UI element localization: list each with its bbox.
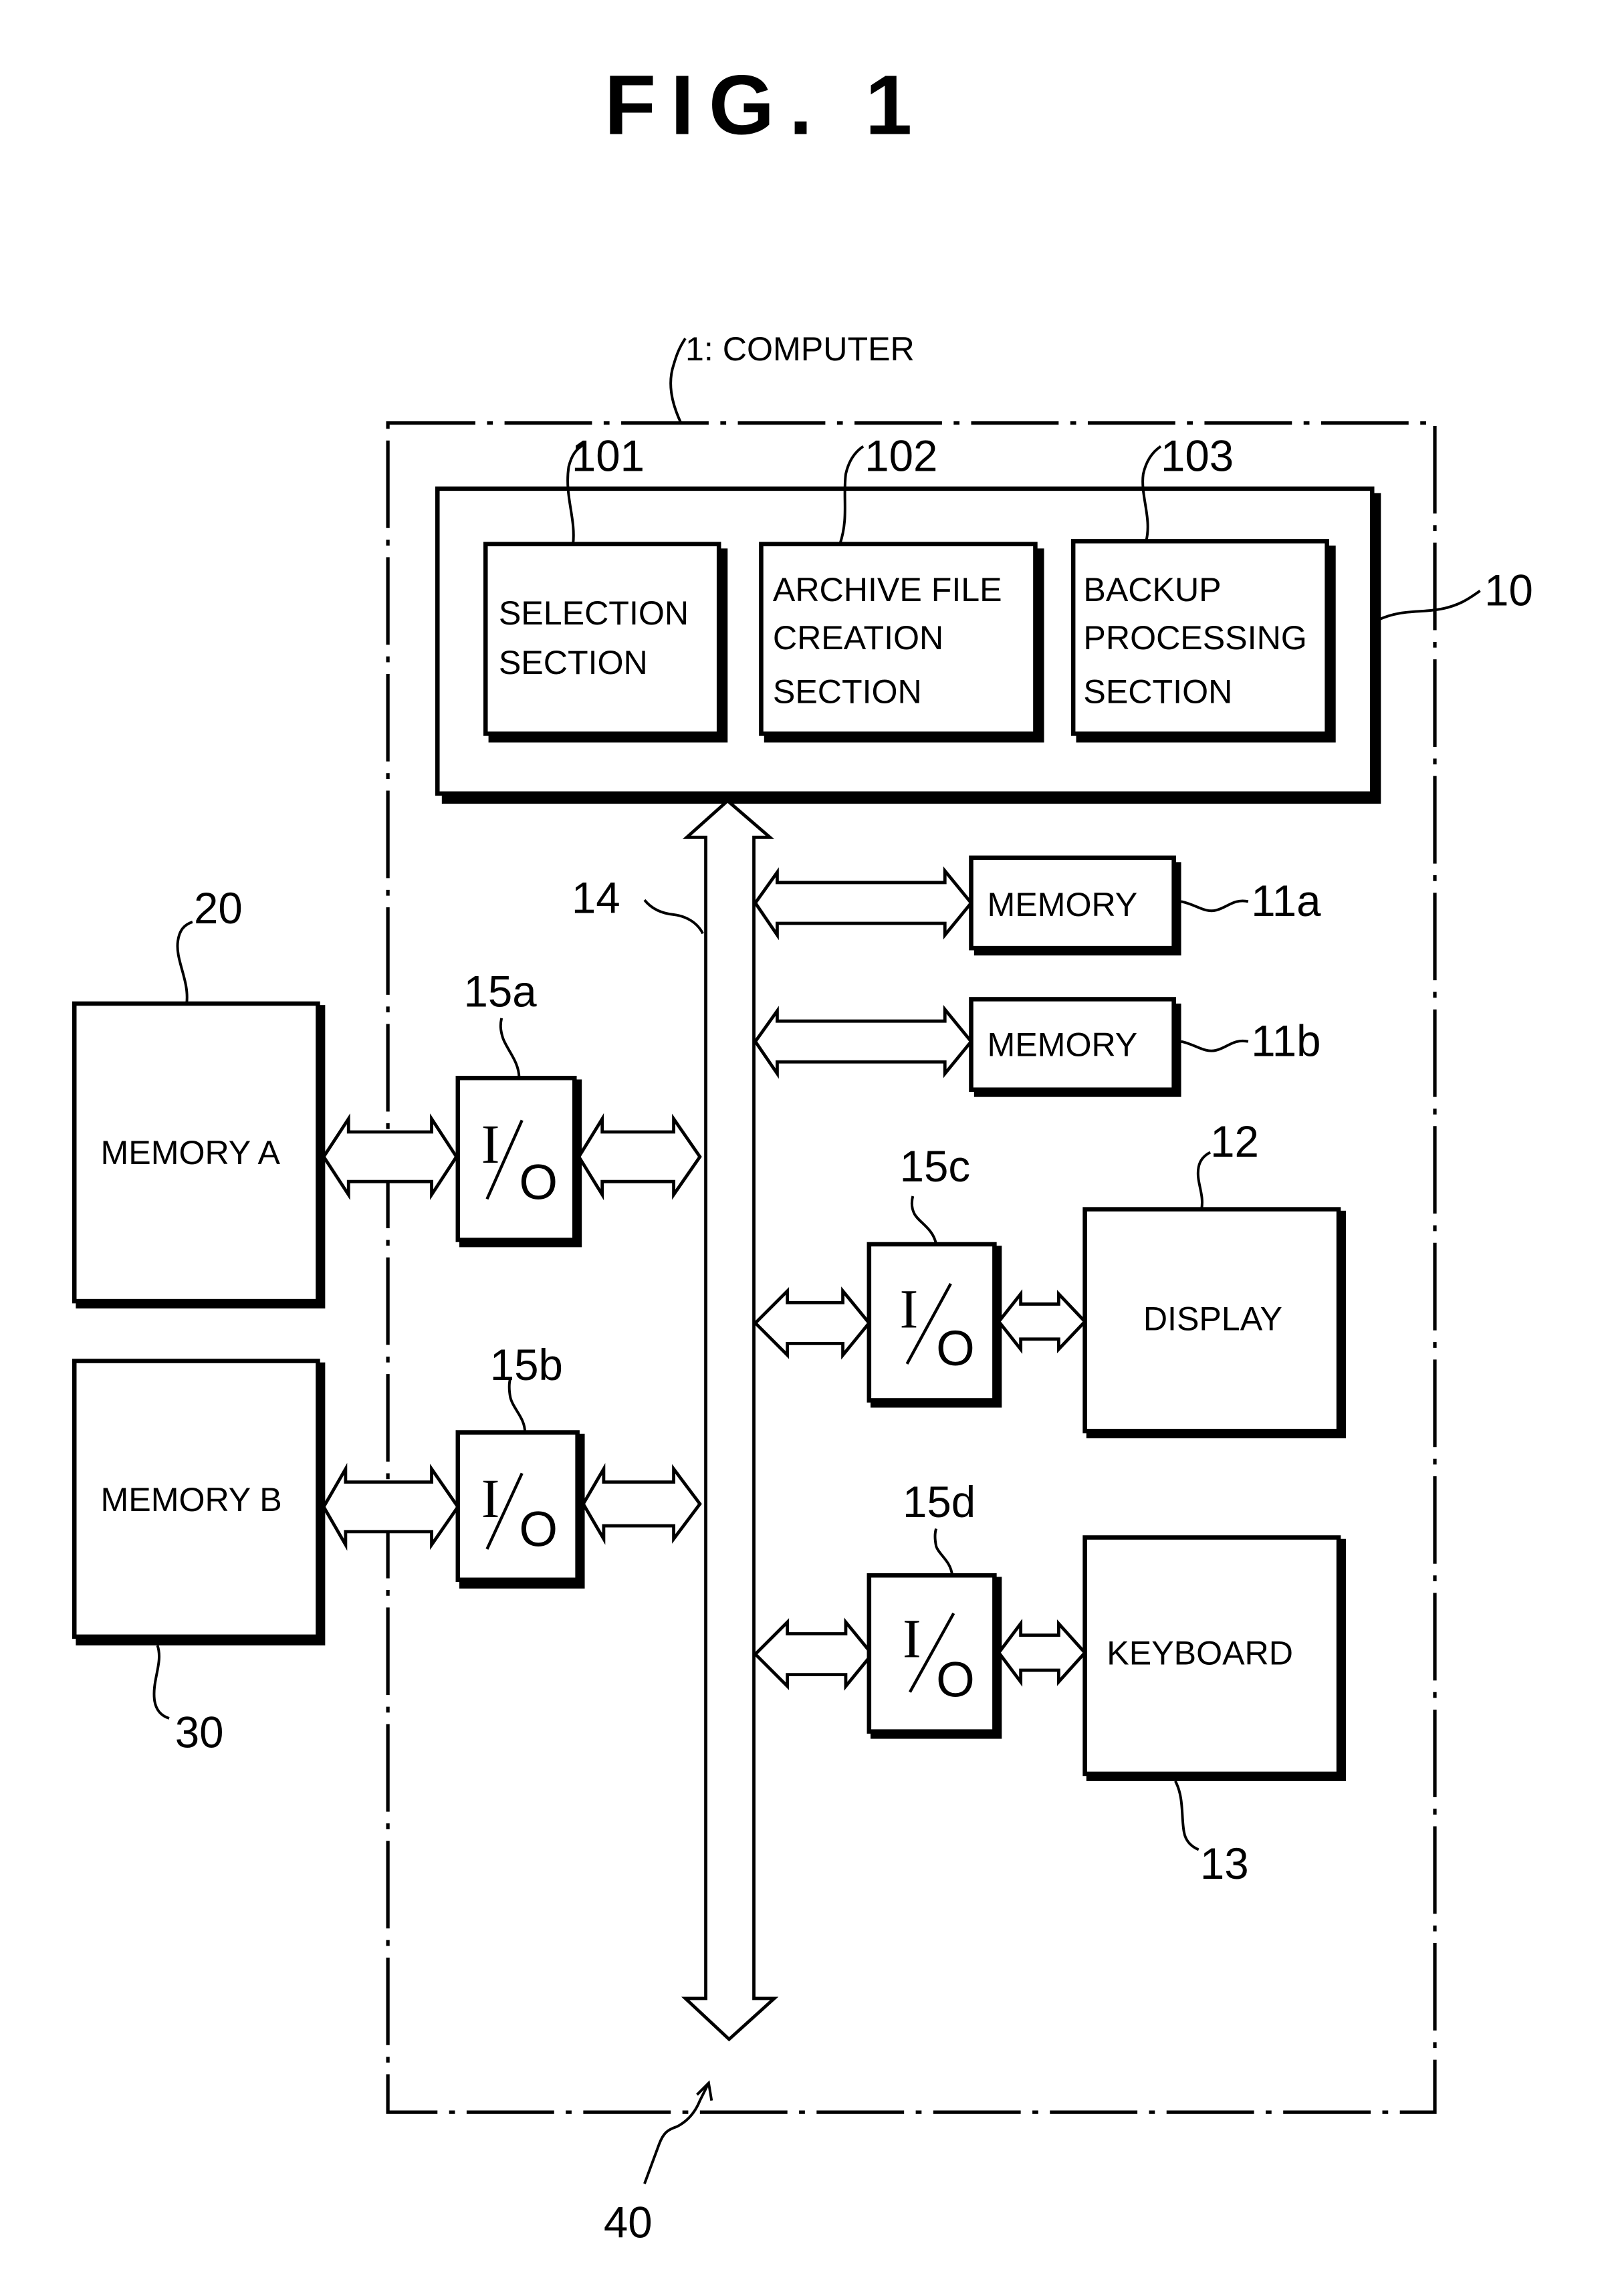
memory-b-ref: 30 [175, 1708, 224, 1757]
backup-section-line-1: BACKUP [1083, 571, 1221, 608]
io-15d-keyboard-arrow [996, 1619, 1087, 1687]
memory-11b-label: MEMORY [987, 1026, 1137, 1064]
memory-b-io-arrow [322, 1463, 460, 1551]
computer-ref-label: 1: COMPUTER [685, 330, 915, 368]
io-15a-block: I O [455, 1076, 582, 1248]
bus-io-15d-arrow [753, 1617, 875, 1691]
memory-b-block: MEMORY B [72, 1359, 326, 1645]
memory-a-leader-line [176, 920, 193, 1004]
display-label: DISPLAY [1143, 1300, 1282, 1338]
archive-section-line-2: CREATION [773, 619, 943, 657]
memory-11b-block: MEMORY [969, 997, 1181, 1097]
selection-section-line-2: SECTION [499, 644, 648, 681]
io-15d-i: I [903, 1607, 921, 1669]
keyboard-block: KEYBOARD [1082, 1535, 1346, 1781]
display-leader-line [1196, 1151, 1212, 1210]
memory-11b-leader-line [1181, 1039, 1249, 1052]
io-15c-i: I [900, 1278, 919, 1339]
io-15b-block: I O [455, 1430, 585, 1589]
system-bus-arrow [681, 798, 779, 2042]
memory-a-block: MEMORY A [72, 1001, 326, 1308]
computer-ref: 1 [685, 330, 704, 368]
archive-section-line-1: ARCHIVE FILE [773, 571, 1002, 608]
display-ref: 12 [1210, 1117, 1259, 1166]
memory-a-io-arrow [322, 1113, 459, 1200]
memory-11a-leader-line [1181, 899, 1249, 913]
io-15c-leader-line [910, 1195, 938, 1245]
memory-11a-ref: 11a [1251, 877, 1321, 925]
io-15d-ref: 15d [903, 1478, 976, 1526]
io-15c-ref: 15c [900, 1142, 970, 1191]
selection-section-line-1: SELECTION [499, 594, 689, 632]
memory-11b-ref: 11b [1251, 1017, 1321, 1066]
io-15c-display-arrow [996, 1289, 1087, 1354]
system-ref: 40 [604, 2198, 653, 2247]
block-diagram: FIG. 1 1: COMPUTER 10 SELECTION SECTION … [72, 58, 1533, 2247]
io-15a-ref: 15a [464, 967, 538, 1016]
io-15a-bus-arrow [577, 1113, 702, 1201]
processor-leader-line [1377, 589, 1481, 622]
backup-section-line-3: SECTION [1083, 673, 1232, 711]
io-15b-o: O [519, 1502, 558, 1557]
backup-ref: 103 [1161, 432, 1234, 481]
io-15a-o: O [519, 1154, 558, 1210]
bus-leader-line [643, 899, 704, 935]
memory-11b-arrow [753, 1005, 973, 1079]
io-15c-o: O [936, 1321, 975, 1376]
memory-a-label: MEMORY A [100, 1134, 280, 1171]
archive-section-line-3: SECTION [773, 673, 922, 711]
archive-file-creation-section-block: ARCHIVE FILE CREATION SECTION [759, 542, 1044, 743]
memory-b-label: MEMORY B [100, 1481, 281, 1518]
bus-ref: 14 [572, 874, 620, 923]
selection-section-block: SELECTION SECTION [483, 542, 728, 743]
io-15b-ref: 15b [490, 1341, 563, 1389]
io-15a-i: I [481, 1113, 500, 1175]
figure-title: FIG. 1 [604, 58, 927, 152]
display-block: DISPLAY [1082, 1207, 1346, 1439]
archive-ref: 102 [865, 432, 937, 481]
bus-io-15c-arrow [753, 1286, 871, 1360]
selection-ref: 101 [572, 432, 645, 481]
io-15d-leader-line [933, 1528, 954, 1576]
io-15b-i: I [481, 1468, 500, 1529]
memory-b-leader-line [152, 1645, 170, 1720]
memory-11a-block: MEMORY [969, 855, 1181, 956]
memory-11a-label: MEMORY [987, 886, 1137, 923]
memory-a-ref: 20 [194, 884, 243, 933]
keyboard-leader-line [1174, 1780, 1199, 1851]
processor-ref: 10 [1484, 566, 1533, 614]
computer-leader-line [669, 338, 687, 424]
backup-processing-section-block: BACKUP PROCESSING SECTION [1070, 539, 1336, 743]
computer-label: COMPUTER [723, 330, 915, 368]
keyboard-ref: 13 [1200, 1839, 1249, 1888]
io-15b-bus-arrow [581, 1463, 702, 1545]
io-15a-leader-line [499, 1018, 521, 1078]
io-15d-block: I O [867, 1573, 1002, 1739]
system-leader-arrow [643, 2080, 713, 2184]
memory-11a-arrow [753, 866, 973, 941]
keyboard-label: KEYBOARD [1107, 1634, 1293, 1672]
backup-section-line-2: PROCESSING [1083, 619, 1306, 657]
io-15d-o: O [936, 1651, 975, 1707]
io-15c-block: I O [867, 1242, 1002, 1408]
